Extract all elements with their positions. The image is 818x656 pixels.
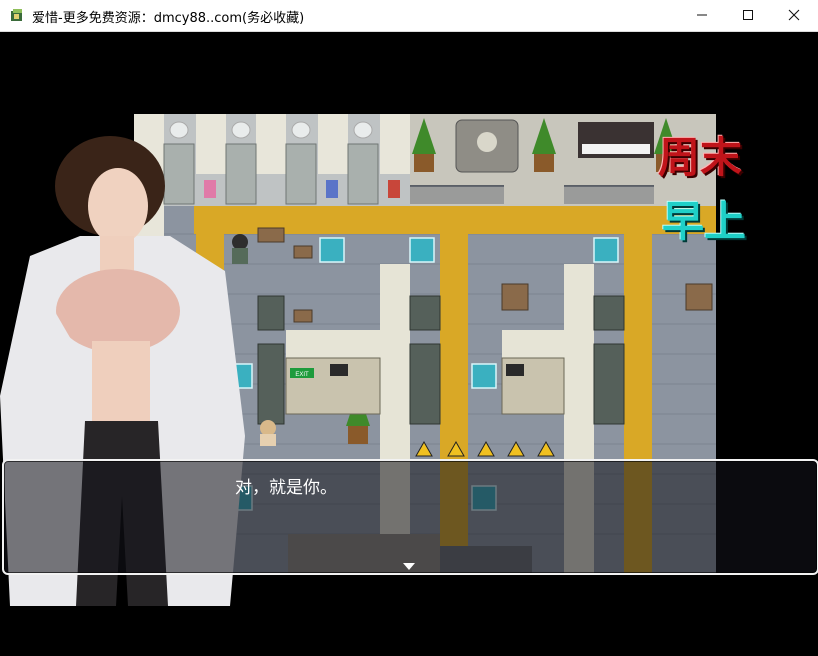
close-icon xyxy=(788,9,800,21)
maximize-button[interactable] xyxy=(725,0,771,31)
window-title: 爱惜-更多免费资源：dmcy88..com(务必收藏) xyxy=(32,11,305,26)
down-triangle-icon[interactable] xyxy=(403,563,415,570)
day-label: 周末 xyxy=(658,133,743,182)
game-viewport[interactable]: EXIT 周末 早上 对，就是你。 xyxy=(0,32,818,656)
game-app-icon xyxy=(11,9,22,21)
dialogue-text: 对，就是你。 xyxy=(235,478,337,498)
maximize-icon xyxy=(743,10,753,20)
time-label: 早上 xyxy=(662,197,747,246)
player-sprite[interactable] xyxy=(260,420,276,446)
close-button[interactable] xyxy=(771,0,817,31)
minimize-icon xyxy=(697,14,707,16)
message-window[interactable] xyxy=(2,459,818,575)
minimize-button[interactable] xyxy=(679,0,725,31)
exit-sign: EXIT xyxy=(295,372,309,378)
window-titlebar: 爱惜-更多免费资源：dmcy88..com(务必收藏) xyxy=(0,0,818,32)
